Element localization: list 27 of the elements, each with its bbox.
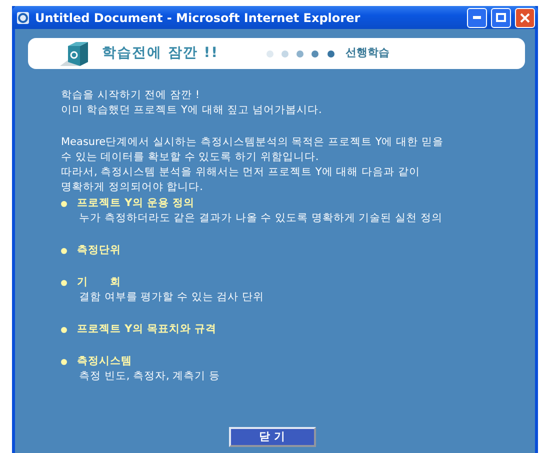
section-label: 선행학습	[346, 45, 390, 62]
bullet-icon	[61, 280, 67, 286]
window-title: Untitled Document - Microsoft Internet Explorer	[35, 10, 360, 26]
browser-icon	[15, 10, 31, 26]
close-button[interactable]: 닫 기	[228, 426, 316, 446]
item-title: 기 회	[77, 275, 121, 290]
item-description: 누가 측정하더라도 같은 결과가 나올 수 있도록 명확하게 기술된 실천 정의	[79, 212, 442, 224]
progress-dots-icon	[266, 50, 336, 58]
header-title: 학습전에 잠깐 !!	[102, 44, 219, 63]
bullet-icon	[61, 200, 67, 206]
minimize-button[interactable]	[467, 8, 487, 28]
bullet-icon	[61, 358, 67, 364]
item-title: 프로젝트 Y의 목표치와 규격	[77, 322, 217, 337]
item-title: 측정시스템	[77, 354, 132, 369]
item-description: 결함 여부를 평가할 수 있는 검사 단위	[79, 291, 264, 303]
close-icon	[520, 12, 530, 22]
paragraph: 학습을 시작하기 전에 잠깐 ! 이미 학습했던 프로젝트 Y에 대해 짚고 넘어가봅시다.	[61, 88, 323, 118]
close-window-button[interactable]	[515, 8, 535, 28]
item-title: 프로젝트 Y의 운용 정의	[77, 196, 195, 211]
bullet-icon	[61, 248, 67, 254]
bullet-icon	[61, 326, 67, 332]
maximize-button[interactable]	[491, 8, 511, 28]
item-description: 측정 빈도, 측정자, 계측기 등	[79, 370, 220, 382]
paragraph: Measure단계에서 실시하는 측정시스템분석의 목적은 프로젝트 Y에 대한 믿을 수 있는 데이터를 확보할 수 있도록 하기 위함입니다. 따라서, 측정시스템 분석을 위해서는 먼저 프로젝트 Y에 대해 다음과 같이 명확하게 정의되어야 합니다.	[61, 135, 444, 195]
minimize-icon	[473, 16, 481, 19]
maximize-icon	[496, 13, 506, 22]
item-title: 측정단위	[77, 243, 121, 258]
